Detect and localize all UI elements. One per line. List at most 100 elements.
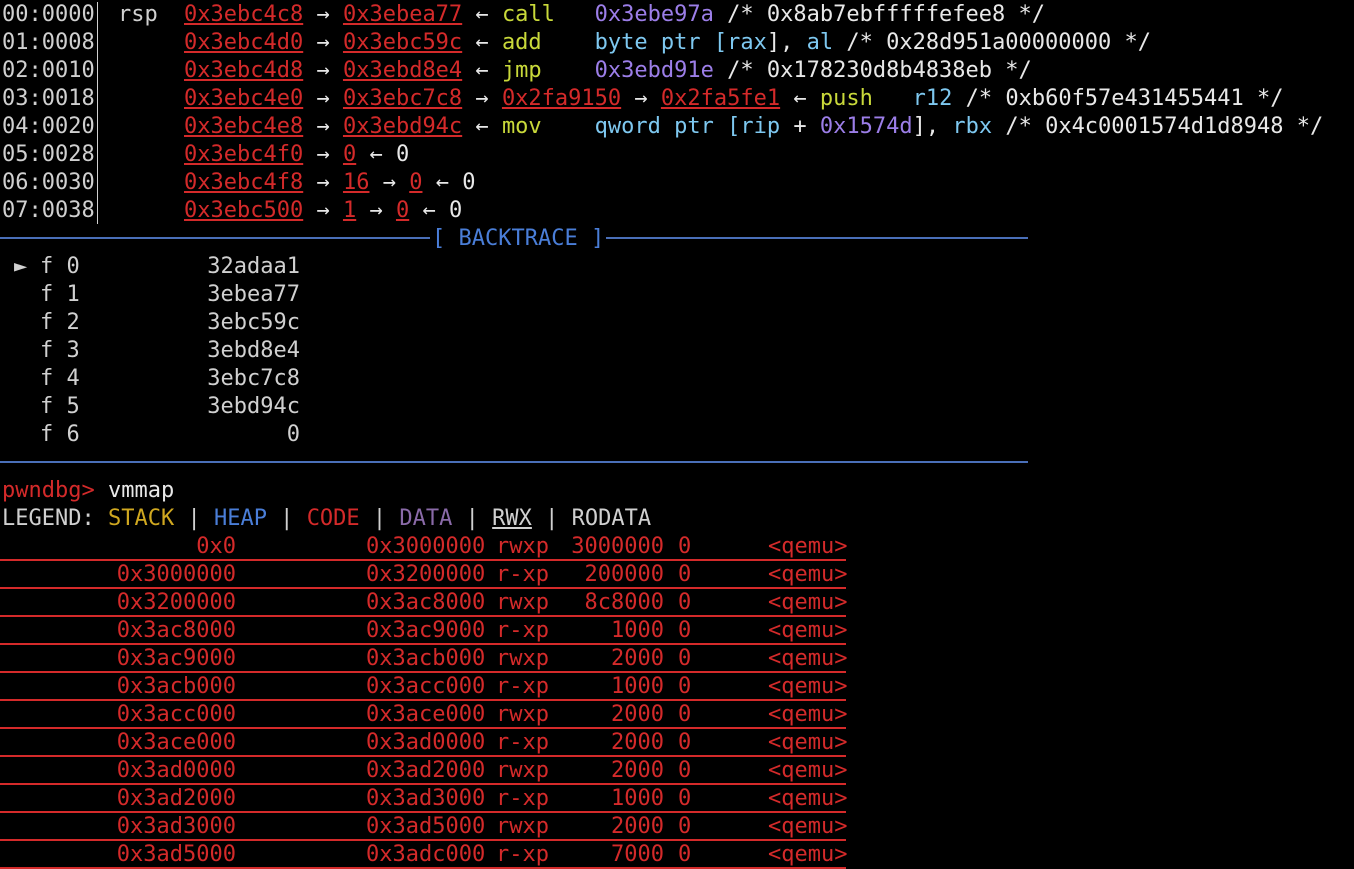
address-link[interactable]: 0 — [343, 142, 356, 167]
region-end: 0x3ad2000 — [366, 758, 486, 783]
region-name: <qemu> — [768, 842, 848, 867]
address-link[interactable]: 0x3ebc4d0 — [184, 30, 303, 55]
chain-text: ← — [780, 86, 820, 111]
chain-text: + — [780, 114, 820, 139]
address-link[interactable]: 0x3ebc500 — [184, 198, 303, 223]
chain-text: → — [303, 170, 343, 195]
command-line[interactable]: pwndbg> vmmap — [2, 477, 174, 505]
legend-heap: HEAP — [213, 506, 267, 531]
stack-index-divider — [97, 2, 98, 224]
region-name: <qemu> — [768, 618, 848, 643]
legend-data: DATA — [399, 506, 453, 531]
chain-text: → — [621, 86, 661, 111]
vmmap-row[interactable]: 0x3200000 0x3ac8000 rwxp 8c8000 0 <qemu> — [0, 589, 848, 617]
chain-text: push — [819, 86, 873, 111]
chain-text: al — [806, 30, 834, 55]
legend-sep: | — [266, 506, 307, 531]
address-link[interactable]: 0x3ebd94c — [343, 114, 462, 139]
chain-text: /* 0x178230d8b4838eb */ — [713, 58, 1032, 83]
chain-text: ← — [462, 58, 502, 83]
legend: LEGEND: STACK | HEAP | CODE | DATA | RWX… — [2, 505, 651, 533]
vmmap-row[interactable]: 0x0 0x3000000 rwxp 3000000 0 <qemu> — [0, 533, 847, 561]
region-end: 0x3acc000 — [366, 674, 486, 699]
vmmap-row[interactable]: 0x3ac9000 0x3acb000 rwxp 2000 0 <qemu> — [0, 645, 848, 673]
region-perms: rwxp — [496, 646, 549, 671]
region-offset: 0 — [678, 534, 692, 559]
region-name: <qemu> — [768, 590, 848, 615]
vmmap-row[interactable]: 0x3ad2000 0x3ad3000 r-xp 1000 0 <qemu> — [0, 785, 847, 813]
frame-address: 3ebc59c — [207, 310, 300, 335]
stack-chain: 0x3ebc4d8 → 0x3ebd8e4 ← jmp 0x3ebd91e /*… — [184, 57, 1032, 85]
vmmap-row[interactable]: 0x3ace000 0x3ad0000 r-xp 2000 0 <qemu> — [0, 729, 847, 757]
legend-sep: | — [174, 506, 214, 531]
address-link[interactable]: 0x3ebc4d8 — [184, 58, 303, 83]
region-offset: 0 — [678, 702, 692, 727]
chain-text: call — [501, 2, 555, 27]
address-link[interactable]: 0x3ebc59c — [343, 30, 462, 55]
address-link[interactable]: 16 — [343, 170, 370, 195]
region-name: <qemu> — [768, 646, 848, 671]
vmmap-row[interactable]: 0x3000000 0x3200000 r-xp 200000 0 <qemu> — [0, 561, 847, 589]
legend-sep: | — [531, 506, 572, 531]
stack-chain: 0x3ebc4f8 → 16 → 0 ← 0 — [184, 169, 475, 197]
frame-label[interactable]: f 3 — [40, 337, 80, 365]
address-link[interactable]: 0x3ebea77 — [343, 2, 462, 27]
chain-text: /* 0x4c0001574d1d8948 */ — [992, 114, 1324, 139]
address-link[interactable]: 0x3ebc4e8 — [184, 114, 303, 139]
vmmap-row[interactable]: 0x3acb000 0x3acc000 r-xp 1000 0 <qemu> — [0, 673, 847, 701]
stack-index: 05:0028 — [2, 142, 95, 167]
frame-label[interactable]: f 0 — [40, 253, 80, 281]
legend-label: LEGEND: — [2, 506, 95, 531]
stack-index: 02:0010 — [2, 58, 95, 83]
address-link[interactable]: 0x3ebc4c8 — [184, 2, 303, 27]
region-size: 2000 — [611, 646, 664, 671]
region-perms: rwxp — [496, 702, 549, 727]
address-link[interactable]: 0x2fa5fe1 — [661, 86, 780, 111]
address-link[interactable]: 0x3ebc7c8 — [343, 86, 462, 111]
region-end: 0x3adc000 — [366, 842, 486, 867]
region-size: 2000 — [611, 702, 664, 727]
region-size: 2000 — [611, 758, 664, 783]
stack-index: 06:0030 — [2, 170, 95, 195]
region-perms: r-xp — [496, 786, 549, 811]
address-link[interactable]: 0x3ebd8e4 — [343, 58, 462, 83]
region-start: 0x3ad0000 — [116, 758, 236, 783]
address-link[interactable]: 1 — [343, 198, 356, 223]
vmmap-row[interactable]: 0x3acc000 0x3ace000 rwxp 2000 0 <qemu> — [0, 701, 847, 729]
frame-label[interactable]: f 1 — [40, 281, 80, 309]
address-link[interactable]: 0 — [409, 170, 422, 195]
frame-address: 3ebea77 — [207, 282, 300, 307]
address-link[interactable]: 0x2fa9150 — [502, 86, 621, 111]
region-end: 0x3200000 — [366, 562, 486, 587]
chain-text: → — [303, 30, 343, 55]
chain-text: rax — [727, 30, 767, 55]
legend-sep: | — [359, 506, 400, 531]
frame-label[interactable]: f 4 — [40, 365, 80, 393]
chain-text: → — [303, 142, 343, 167]
stack-index: 01:0008 — [2, 30, 95, 55]
frame-label[interactable]: f 5 — [40, 393, 80, 421]
chain-text: r12 — [912, 86, 953, 111]
address-link[interactable]: 0 — [396, 198, 409, 223]
address-link[interactable]: 0x3ebc4f8 — [184, 170, 303, 195]
region-offset: 0 — [678, 562, 692, 587]
vmmap-row[interactable]: 0x3ad5000 0x3adc000 r-xp 7000 0 <qemu> — [0, 841, 848, 869]
frame-address: 3ebd8e4 — [207, 338, 300, 363]
current-frame-marker-icon: ► — [14, 254, 28, 279]
frame-label[interactable]: f 2 — [40, 309, 80, 337]
pwndbg-prompt: pwndbg> — [2, 478, 95, 503]
vmmap-row[interactable]: 0x3ad3000 0x3ad5000 rwxp 2000 0 <qemu> — [0, 813, 847, 841]
region-end: 0x3ad5000 — [366, 814, 486, 839]
command-text: vmmap — [94, 478, 175, 503]
frame-label[interactable]: f 6 — [40, 421, 80, 449]
address-link[interactable]: 0x3ebc4f0 — [184, 142, 303, 167]
region-perms: rwxp — [496, 534, 549, 559]
region-offset: 0 — [678, 786, 692, 811]
address-link[interactable]: 0x3ebc4e0 — [184, 86, 303, 111]
vmmap-row[interactable]: 0x3ad0000 0x3ad2000 rwxp 2000 0 <qemu> — [0, 757, 847, 785]
stack-chain: 0x3ebc4e0 → 0x3ebc7c8 → 0x2fa9150 → 0x2f… — [184, 85, 1284, 113]
region-perms: r-xp — [496, 562, 549, 587]
vmmap-row[interactable]: 0x3ac8000 0x3ac9000 r-xp 1000 0 <qemu> — [0, 617, 848, 645]
chain-text: → — [303, 2, 343, 27]
region-perms: r-xp — [496, 618, 549, 643]
